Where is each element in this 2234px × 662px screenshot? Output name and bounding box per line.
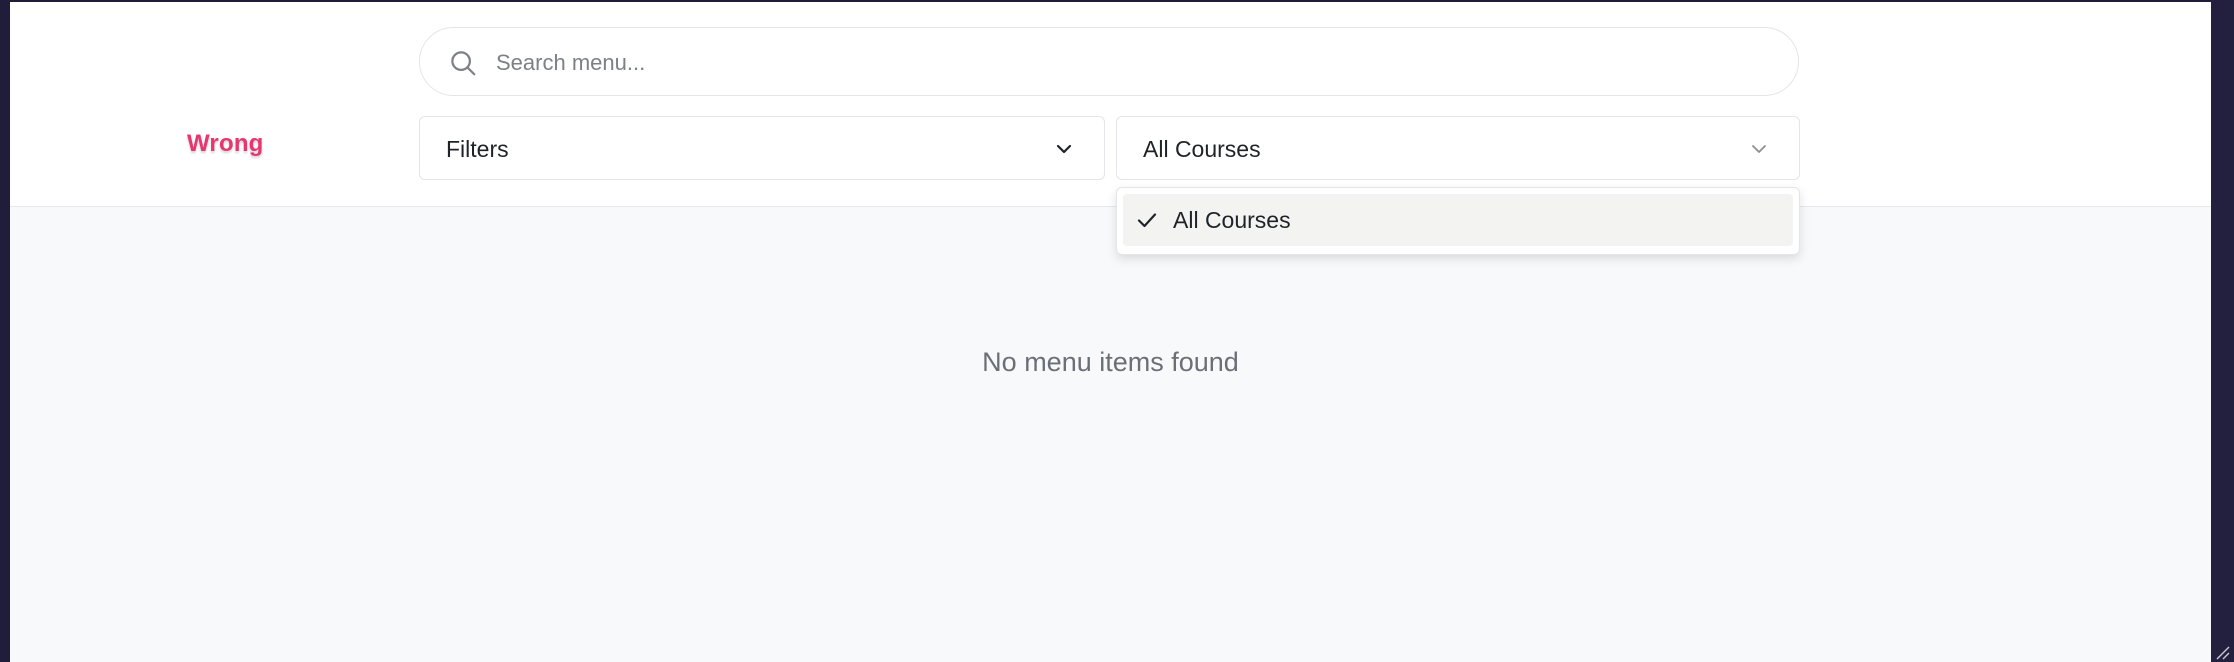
search-bar[interactable] [419,27,1799,97]
resize-handle-icon[interactable] [2214,644,2230,660]
empty-state-message: No menu items found [982,347,1239,377]
courses-dropdown-menu: All Courses [1116,187,1800,255]
check-icon [1137,213,1157,228]
search-icon [451,51,476,76]
courses-select[interactable]: All Courses [1116,116,1800,180]
courses-option-all[interactable]: All Courses [1123,194,1793,246]
window-frame-edge [2211,0,2234,662]
courses-option-label: All Courses [1173,207,1291,233]
chevron-down-icon [1752,145,1766,153]
search-input[interactable] [494,28,1778,97]
brand-logo[interactable]: Wrong [187,130,264,158]
header: Wrong Filters All Courses [10,2,2211,207]
app-window: Wrong Filters All Courses No menu items … [10,2,2211,662]
courses-selected-label: All Courses [1143,136,1261,162]
filters-dropdown[interactable]: Filters [419,116,1105,180]
filters-label: Filters [446,136,509,162]
chevron-down-icon [1056,144,1072,154]
